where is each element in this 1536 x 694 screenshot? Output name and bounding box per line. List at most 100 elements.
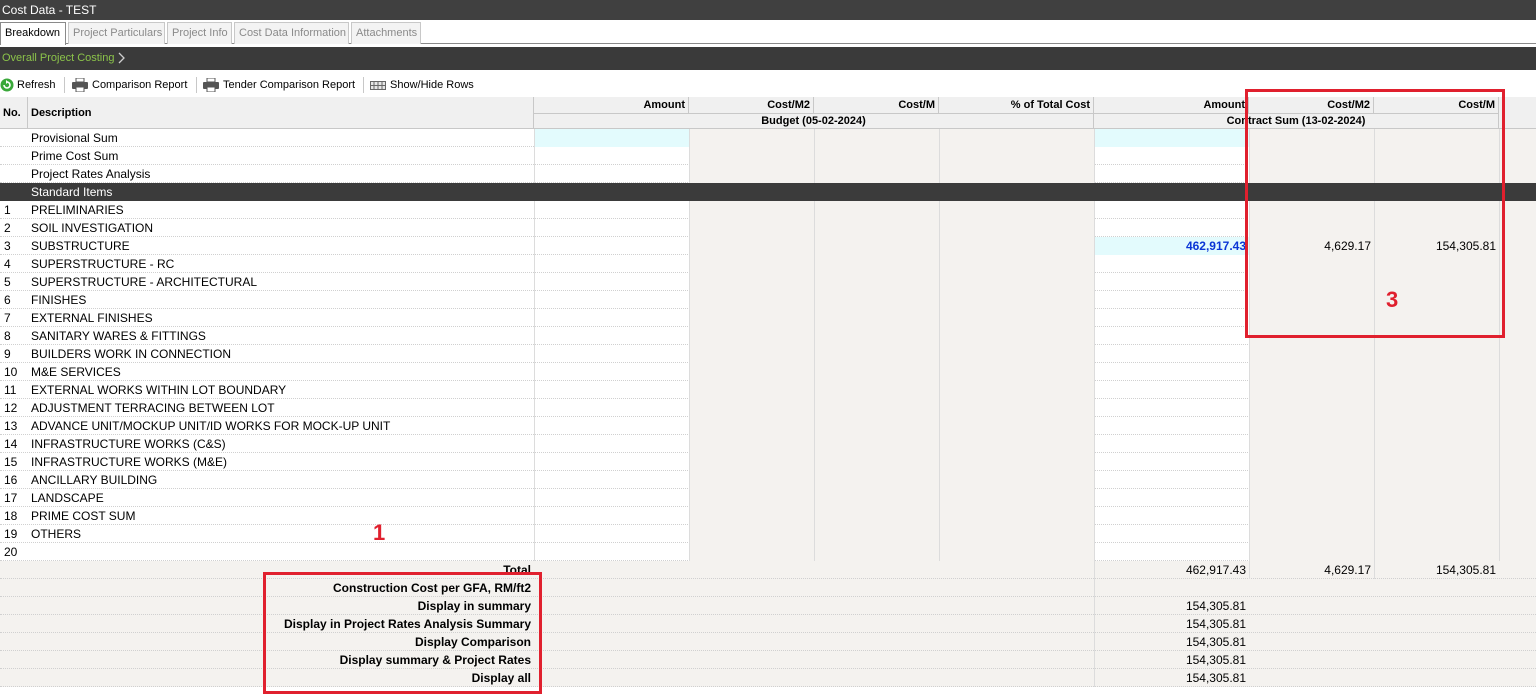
cell-b-m2[interactable] [689, 489, 814, 507]
cell-c-m2[interactable] [1249, 543, 1374, 561]
cell-c-m[interactable] [1374, 489, 1499, 507]
cell-c-m2[interactable] [1249, 345, 1374, 363]
cell-b-m[interactable] [814, 309, 939, 327]
cell-b-m[interactable] [814, 165, 939, 183]
cell-pct[interactable] [939, 381, 1094, 399]
tab-breakdown[interactable]: Breakdown [0, 22, 66, 45]
tab-project-info[interactable]: Project Info [167, 22, 232, 44]
cell-b-m2[interactable] [689, 435, 814, 453]
cell-b-m2[interactable] [689, 453, 814, 471]
cell-b-m[interactable] [814, 417, 939, 435]
column-header-pct-total-cost[interactable]: % of Total Cost [939, 97, 1094, 114]
column-header-budget-amount[interactable]: Amount [534, 97, 689, 114]
cell-c-amount[interactable] [1094, 165, 1249, 183]
cell-pct[interactable] [939, 453, 1094, 471]
cell-b-amount[interactable] [534, 363, 689, 381]
cell-c-amount[interactable] [1094, 219, 1249, 237]
cell-c-amount[interactable] [1094, 417, 1249, 435]
cell-b-m[interactable] [814, 255, 939, 273]
cell-c-amount[interactable] [1094, 381, 1249, 399]
cell-c-amount[interactable] [1094, 147, 1249, 165]
cell-c-m[interactable] [1374, 453, 1499, 471]
cell-b-amount[interactable] [534, 399, 689, 417]
cell-b-m2[interactable] [689, 165, 814, 183]
cell-c-m2[interactable] [1249, 471, 1374, 489]
cell-c-m[interactable] [1374, 399, 1499, 417]
cell-c-amount[interactable] [1094, 309, 1249, 327]
cell-b-m[interactable] [814, 219, 939, 237]
column-header-budget-cost-m[interactable]: Cost/M [814, 97, 939, 114]
cell-c-amount[interactable] [1094, 129, 1249, 147]
cell-pct[interactable] [939, 147, 1094, 165]
cell-pct[interactable] [939, 327, 1094, 345]
cell-pct[interactable] [939, 309, 1094, 327]
cell-tail[interactable] [1499, 417, 1536, 435]
cell-c-amount[interactable] [1094, 507, 1249, 525]
cell-b-m2[interactable] [689, 345, 814, 363]
cell-b-m[interactable] [814, 345, 939, 363]
cell-c-amount[interactable] [1094, 453, 1249, 471]
cell-b-amount[interactable] [534, 435, 689, 453]
cell-b-m[interactable] [814, 363, 939, 381]
refresh-button[interactable]: Refresh [0, 76, 60, 94]
summary-row[interactable]: Display summary & Project Rates 154,305.8… [0, 651, 1536, 669]
cell-pct[interactable] [939, 165, 1094, 183]
cell-c-amount[interactable] [1094, 273, 1249, 291]
cell-pct[interactable] [939, 291, 1094, 309]
cell-b-amount[interactable] [534, 489, 689, 507]
table-row[interactable]: 19 OTHERS [0, 525, 1536, 543]
cell-b-amount[interactable] [534, 237, 689, 255]
cell-b-amount[interactable] [534, 525, 689, 543]
cell-b-m2[interactable] [689, 525, 814, 543]
cell-c-amount[interactable] [1094, 435, 1249, 453]
cell-tail[interactable] [1499, 471, 1536, 489]
column-header-budget-cost-m2[interactable]: Cost/M2 [689, 97, 814, 114]
cell-b-amount[interactable] [534, 453, 689, 471]
cell-b-m2[interactable] [689, 327, 814, 345]
cell-tail[interactable] [1499, 345, 1536, 363]
summary-row[interactable]: Construction Cost per GFA, RM/ft2 [0, 579, 1536, 597]
cell-b-m2[interactable] [689, 219, 814, 237]
cell-pct[interactable] [939, 363, 1094, 381]
cell-b-m[interactable] [814, 543, 939, 561]
cell-c-m2[interactable] [1249, 489, 1374, 507]
table-row[interactable]: 12 ADJUSTMENT TERRACING BETWEEN LOT [0, 399, 1536, 417]
table-row[interactable]: 17 LANDSCAPE [0, 489, 1536, 507]
table-row[interactable]: 9 BUILDERS WORK IN CONNECTION [0, 345, 1536, 363]
cell-pct[interactable] [939, 435, 1094, 453]
cell-b-m[interactable] [814, 525, 939, 543]
cell-c-m2[interactable] [1249, 381, 1374, 399]
cell-c-m[interactable] [1374, 435, 1499, 453]
cell-b-amount[interactable] [534, 255, 689, 273]
tender-comparison-report-button[interactable]: Tender Comparison Report [203, 76, 359, 94]
cell-c-m2[interactable] [1249, 525, 1374, 543]
cell-c-m2[interactable] [1249, 417, 1374, 435]
cell-tail[interactable] [1499, 435, 1536, 453]
table-row[interactable]: 14 INFRASTRUCTURE WORKS (C&S) [0, 435, 1536, 453]
cell-c-m2[interactable] [1249, 399, 1374, 417]
cell-b-m[interactable] [814, 453, 939, 471]
cell-b-m2[interactable] [689, 255, 814, 273]
cell-b-amount[interactable] [534, 291, 689, 309]
cell-pct[interactable] [939, 201, 1094, 219]
cell-c-amount[interactable] [1094, 327, 1249, 345]
cell-c-amount[interactable] [1094, 291, 1249, 309]
summary-row[interactable]: Display in Project Rates Analysis Summar… [0, 615, 1536, 633]
summary-row[interactable]: Display Comparison 154,305.81 [0, 633, 1536, 651]
cell-b-amount[interactable] [534, 201, 689, 219]
summary-row[interactable]: Display in summary 154,305.81 [0, 597, 1536, 615]
tab-project-particulars[interactable]: Project Particulars [68, 22, 165, 44]
cell-b-m[interactable] [814, 129, 939, 147]
cell-pct[interactable] [939, 255, 1094, 273]
cell-c-amount[interactable] [1094, 525, 1249, 543]
cell-b-m[interactable] [814, 147, 939, 165]
cell-b-m[interactable] [814, 381, 939, 399]
cell-b-m[interactable] [814, 327, 939, 345]
cell-c-m2[interactable] [1249, 453, 1374, 471]
cell-pct[interactable] [939, 273, 1094, 291]
cell-c-amount[interactable] [1094, 255, 1249, 273]
summary-row[interactable]: Display all 154,305.81 [0, 669, 1536, 687]
cell-b-m[interactable] [814, 273, 939, 291]
cell-b-m2[interactable] [689, 309, 814, 327]
cell-b-m2[interactable] [689, 129, 814, 147]
